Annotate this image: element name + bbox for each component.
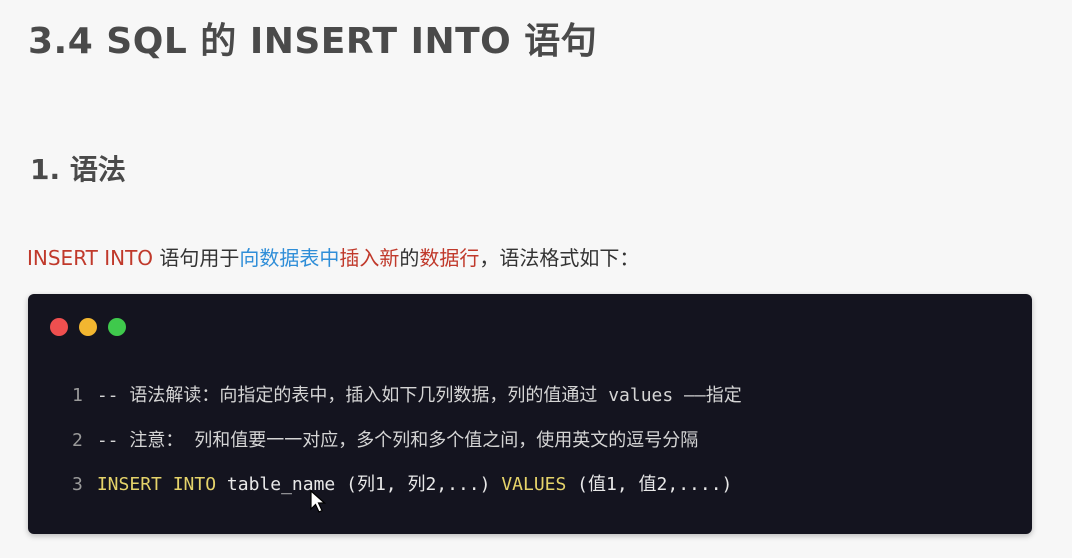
subsection-title: 1. 语法 (30, 153, 126, 186)
intro-text-de: 的 (399, 246, 420, 270)
code-line-3: 3 INSERT INTO table_name (列1, 列2,...) VAL… (72, 470, 732, 496)
maximize-dot-icon (108, 318, 126, 336)
minimize-dot-icon (79, 318, 97, 336)
close-dot-icon (50, 318, 68, 336)
code-keyword-values: VALUES (501, 474, 567, 495)
intro-text-end: ，语法格式如下： (479, 246, 640, 270)
intro-text: 语句用于 (153, 246, 240, 270)
code-line-1: 1 -- 语法解读：向指定的表中，插入如下几列数据，列的值通过 values ——… (72, 381, 742, 407)
intro-keyword: INSERT INTO (27, 246, 154, 270)
line-number: 2 (72, 430, 83, 451)
code-comment: -- 语法解读：向指定的表中，插入如下几列数据，列的值通过 values ——指… (96, 385, 742, 406)
code-plain: table_name (列1, 列2,...) (216, 474, 502, 495)
intro-paragraph: INSERT INTO 语句用于向数据表中插入新的数据行，语法格式如下： (27, 242, 639, 271)
code-plain-tail: (值1, 值2,....) (566, 474, 733, 495)
code-keyword-insert: INSERT INTO (96, 474, 217, 495)
window-controls (50, 318, 126, 336)
code-block[interactable]: 1 -- 语法解读：向指定的表中，插入如下几列数据，列的值通过 values ——… (28, 294, 1032, 534)
line-number: 3 (72, 474, 83, 495)
code-comment: -- 注意： 列和值要一一对应，多个列和多个值之间，使用英文的逗号分隔 (96, 430, 699, 451)
mouse-pointer-icon (310, 490, 326, 513)
intro-highlight-red: 插入新 (339, 246, 400, 270)
section-title: 3.4 SQL 的 INSERT INTO 语句 (28, 21, 598, 62)
intro-highlight-row: 数据行 (419, 246, 480, 270)
intro-highlight-blue: 向数据表中 (239, 246, 340, 270)
document-page: 3.4 SQL 的 INSERT INTO 语句 1. 语法 INSERT IN… (0, 0, 1072, 558)
line-number: 1 (72, 385, 83, 406)
code-line-2: 2 -- 注意： 列和值要一一对应，多个列和多个值之间，使用英文的逗号分隔 (72, 426, 698, 452)
